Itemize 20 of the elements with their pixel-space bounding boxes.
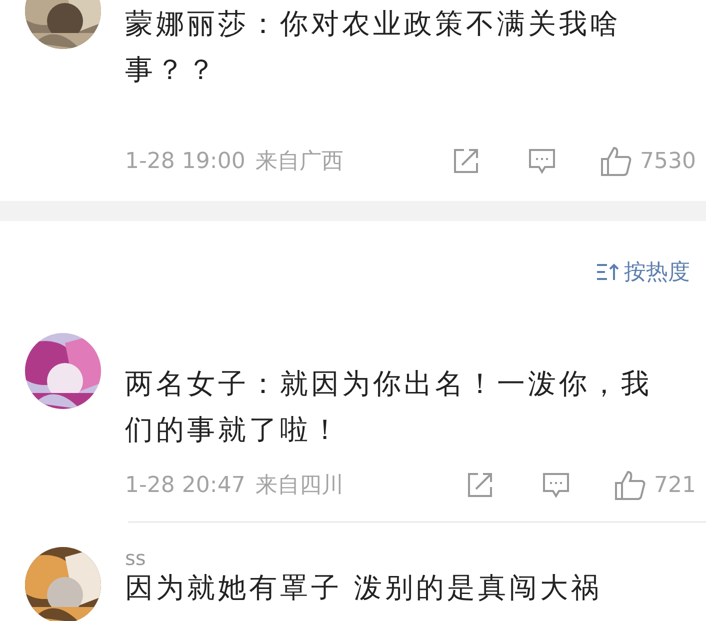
- like-count: 7530: [640, 148, 696, 174]
- share-icon[interactable]: [466, 471, 494, 499]
- thumbs-up-icon[interactable]: [600, 145, 632, 177]
- comment-time: 1-28 19:00: [125, 148, 246, 174]
- share-icon[interactable]: [452, 147, 480, 175]
- comment-text: 两名女子：就因为你出名！一泼你，我: [125, 366, 653, 402]
- comment-location: 来自广西: [255, 148, 344, 176]
- like-count: 721: [654, 472, 696, 498]
- thumbs-up-icon[interactable]: [614, 469, 646, 501]
- sort-button[interactable]: 按热度: [596, 257, 690, 287]
- comment-text: 因为就她有罩子 泼别的是真闯大祸: [125, 570, 603, 606]
- comment-icon[interactable]: [542, 471, 570, 499]
- comment-text: 事？？: [125, 52, 219, 88]
- comment-icon[interactable]: [528, 147, 556, 175]
- sort-icon: [596, 262, 620, 282]
- comment-location: 来自四川: [255, 472, 344, 500]
- comment-time: 1-28 20:47: [125, 472, 246, 498]
- comment-text: 们的事就了啦！: [125, 412, 343, 448]
- comment-text: 蒙娜丽莎：你对农业政策不满关我啥: [125, 6, 622, 42]
- username[interactable]: ss: [125, 547, 706, 569]
